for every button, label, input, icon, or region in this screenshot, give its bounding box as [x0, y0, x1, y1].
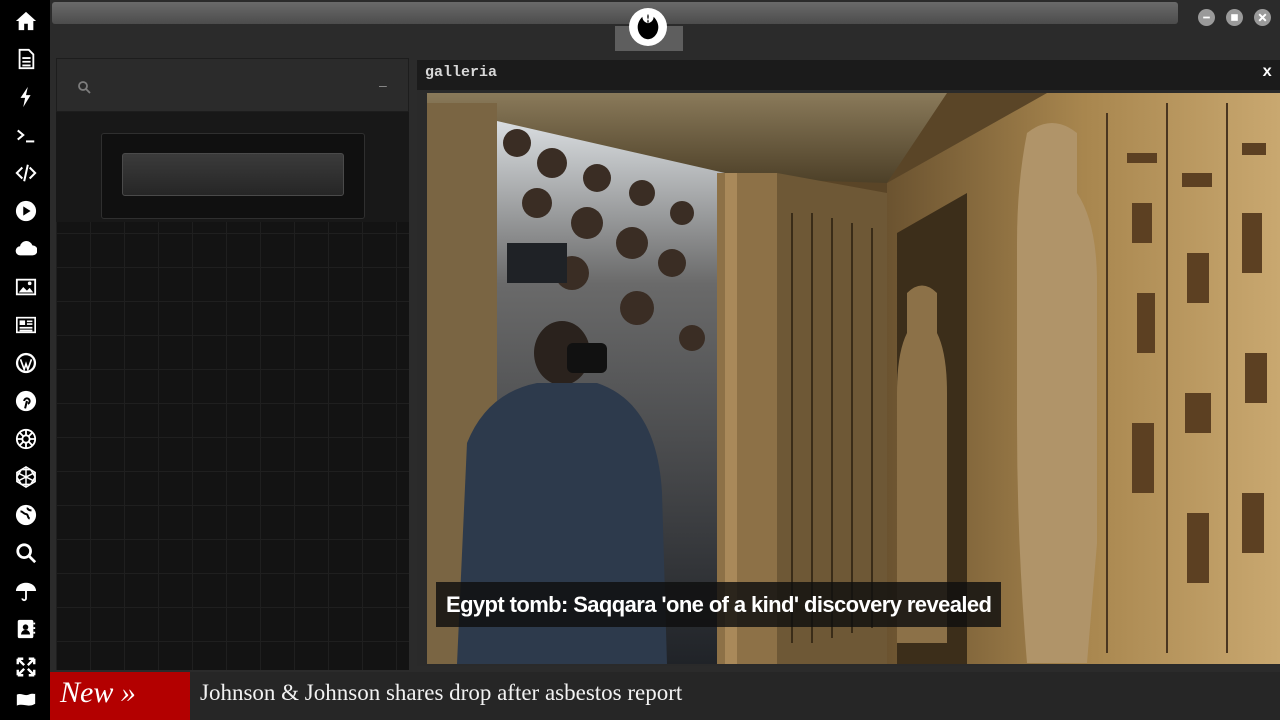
globe-icon[interactable] [13, 502, 39, 528]
search-box [101, 133, 365, 219]
ticker-headline[interactable]: Johnson & Johnson shares drop after asbe… [200, 680, 682, 706]
gallery-close-button[interactable]: x [1262, 63, 1272, 81]
search-panel-header: – [56, 58, 409, 112]
search-panel-body [56, 112, 409, 222]
terminal-icon[interactable] [13, 122, 39, 148]
ticker-new-badge: New » [50, 672, 190, 720]
contacts-icon[interactable] [13, 616, 39, 642]
minimize-icon[interactable] [1198, 9, 1215, 26]
address-bar[interactable] [52, 2, 1178, 24]
document-icon[interactable] [13, 46, 39, 72]
pinterest-icon[interactable] [13, 388, 39, 414]
news-ticker: New » Johnson & Johnson shares drop afte… [50, 672, 1280, 720]
search-panel: – [56, 58, 409, 670]
cloud-icon[interactable] [13, 236, 39, 262]
rebel-alliance-icon[interactable] [629, 8, 667, 46]
flag-icon[interactable] [13, 688, 39, 714]
gallery-title: galleria [425, 64, 498, 81]
photo-caption: Egypt tomb: Saqqara 'one of a kind' disc… [436, 582, 1002, 627]
maximize-icon[interactable] [1226, 9, 1243, 26]
gallery-header: galleria x [417, 60, 1280, 90]
gallery-window: galleria x Egypt tomb: Saqqara 'one of a… [417, 60, 1280, 666]
search-icon[interactable] [13, 540, 39, 566]
umbrella-icon[interactable] [13, 578, 39, 604]
app-dock [0, 0, 50, 720]
wordpress-icon[interactable] [13, 350, 39, 376]
code-icon[interactable] [13, 160, 39, 186]
newspaper-icon[interactable] [13, 312, 39, 338]
home-icon[interactable] [13, 8, 39, 34]
close-icon[interactable] [1254, 9, 1271, 26]
play-icon[interactable] [13, 198, 39, 224]
search-icon [77, 80, 91, 94]
expand-icon[interactable] [13, 654, 39, 680]
lightning-icon[interactable] [13, 84, 39, 110]
geodesic-icon[interactable] [13, 464, 39, 490]
image-icon[interactable] [13, 274, 39, 300]
empire-icon[interactable] [13, 426, 39, 452]
gallery-photo[interactable]: Egypt tomb: Saqqara 'one of a kind' disc… [427, 93, 1280, 664]
top-bar [50, 0, 1280, 52]
collapse-button[interactable]: – [379, 77, 387, 93]
search-input[interactable] [122, 153, 344, 196]
